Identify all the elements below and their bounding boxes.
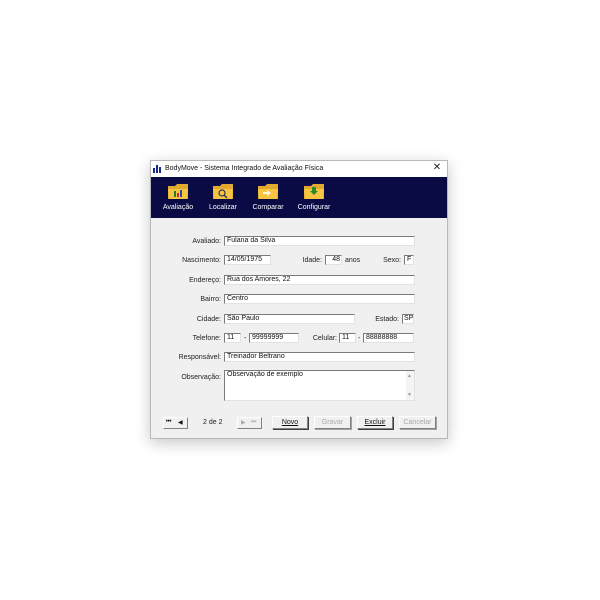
cancelar-button[interactable]: Cancelar <box>399 416 436 429</box>
title-bar[interactable]: BodyMove - Sistema Integrado de Avaliaçã… <box>151 161 447 177</box>
sexo-field[interactable]: F <box>404 255 414 265</box>
folder-compare-icon <box>258 184 278 199</box>
toolbar-comparar-label: Comparar <box>252 204 284 211</box>
avaliado-label: Avaliado: <box>192 238 221 245</box>
celular-label: Celular: <box>312 335 337 342</box>
folder-search-icon <box>213 184 233 199</box>
gravar-button[interactable]: Gravar <box>314 416 351 429</box>
toolbar-avaliacao-button[interactable]: Avaliação <box>158 181 198 211</box>
app-logo-icon <box>153 165 161 173</box>
prev-record-icon[interactable]: ◀ <box>178 419 183 426</box>
cidade-label: Cidade: <box>196 316 221 323</box>
toolbar-localizar-button[interactable]: Localizar <box>204 181 242 211</box>
novo-button[interactable]: Novo <box>272 416 308 429</box>
nav-next-last-group: ▶ ⏭ <box>237 417 262 429</box>
sexo-label: Sexo: <box>383 257 401 264</box>
celular-ddd-field[interactable]: 11 <box>339 333 356 343</box>
toolbar-comparar-button[interactable]: Comparar <box>249 181 287 211</box>
estado-label: Estado: <box>375 316 399 323</box>
observacao-textarea[interactable]: Observação de exemplo ▲ ▼ <box>224 370 415 401</box>
bairro-field[interactable]: Centro <box>224 294 415 304</box>
main-window: BodyMove - Sistema Integrado de Avaliaçã… <box>150 160 448 439</box>
first-record-icon[interactable]: ⏮ <box>166 419 171 426</box>
idade-field[interactable]: 48 <box>325 255 342 265</box>
excluir-button[interactable]: Excluir <box>357 416 393 429</box>
telefone-numero-field[interactable]: 99999999 <box>249 333 299 343</box>
next-record-icon[interactable]: ▶ <box>241 419 246 426</box>
telefone-label: Telefone: <box>192 335 221 342</box>
window-title: BodyMove - Sistema Integrado de Avaliaçã… <box>165 165 324 172</box>
observacao-scrollbar[interactable]: ▲ ▼ <box>406 371 414 400</box>
estado-field[interactable]: SP <box>402 314 414 324</box>
endereco-label: Endereço: <box>189 277 221 284</box>
scroll-up-icon[interactable]: ▲ <box>407 372 412 380</box>
idade-label: Idade: <box>302 257 322 264</box>
toolbar: Avaliação Localizar Comparar Configurar <box>151 177 447 218</box>
observacao-text: Observação de exemplo <box>227 371 303 378</box>
responsavel-field[interactable]: Treinador Beltrano <box>224 352 415 362</box>
toolbar-avaliacao-label: Avaliação <box>162 204 194 211</box>
nascimento-field[interactable]: 14/05/1975 <box>224 255 271 265</box>
endereco-field[interactable]: Rua dos Amores, 22 <box>224 275 415 285</box>
telefone-dash: - <box>244 335 247 342</box>
bairro-label: Bairro: <box>200 296 221 303</box>
cidade-field[interactable]: São Paulo <box>224 314 355 324</box>
responsavel-label: Responsável: <box>178 354 221 361</box>
folder-download-icon <box>304 184 324 199</box>
avaliado-field[interactable]: Fulana da Silva <box>224 236 415 246</box>
observacao-label: Observação: <box>181 374 221 381</box>
nav-first-prev-group: ⏮ ◀ <box>163 417 188 429</box>
scroll-down-icon[interactable]: ▼ <box>407 391 412 399</box>
last-record-icon[interactable]: ⏭ <box>251 419 256 426</box>
celular-numero-field[interactable]: 88888888 <box>363 333 414 343</box>
folder-chart-icon <box>168 184 188 199</box>
idade-unit: anos <box>345 257 361 264</box>
record-info: 2 de 2 <box>203 419 223 426</box>
celular-dash: - <box>358 335 361 342</box>
toolbar-configurar-label: Configurar <box>297 204 331 211</box>
nascimento-label: Nascimento: <box>182 257 221 264</box>
telefone-ddd-field[interactable]: 11 <box>224 333 241 343</box>
toolbar-localizar-label: Localizar <box>208 204 237 211</box>
close-icon[interactable]: ✕ <box>431 162 443 174</box>
toolbar-configurar-button[interactable]: Configurar <box>294 181 334 211</box>
